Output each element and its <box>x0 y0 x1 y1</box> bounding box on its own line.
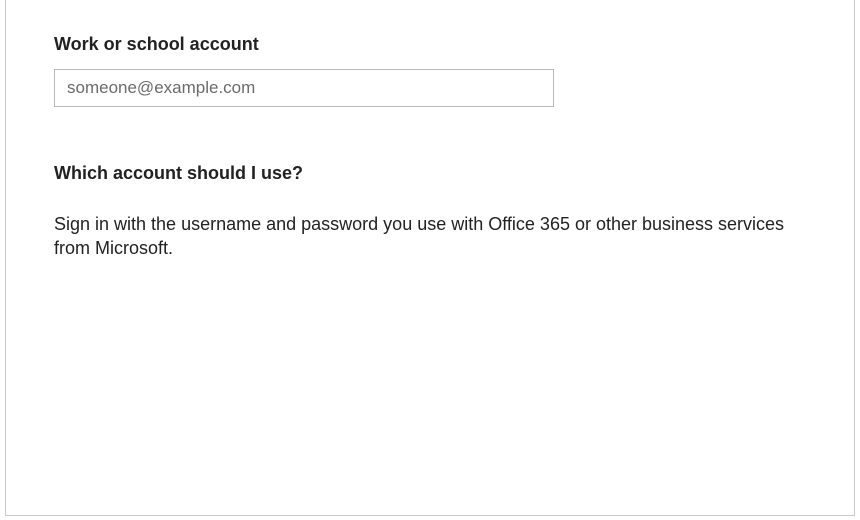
account-email-input[interactable] <box>54 69 554 107</box>
signin-panel: Work or school account Which account sho… <box>5 0 855 516</box>
help-heading: Which account should I use? <box>54 163 806 184</box>
account-label: Work or school account <box>54 34 806 55</box>
help-body: Sign in with the username and password y… <box>54 212 794 261</box>
